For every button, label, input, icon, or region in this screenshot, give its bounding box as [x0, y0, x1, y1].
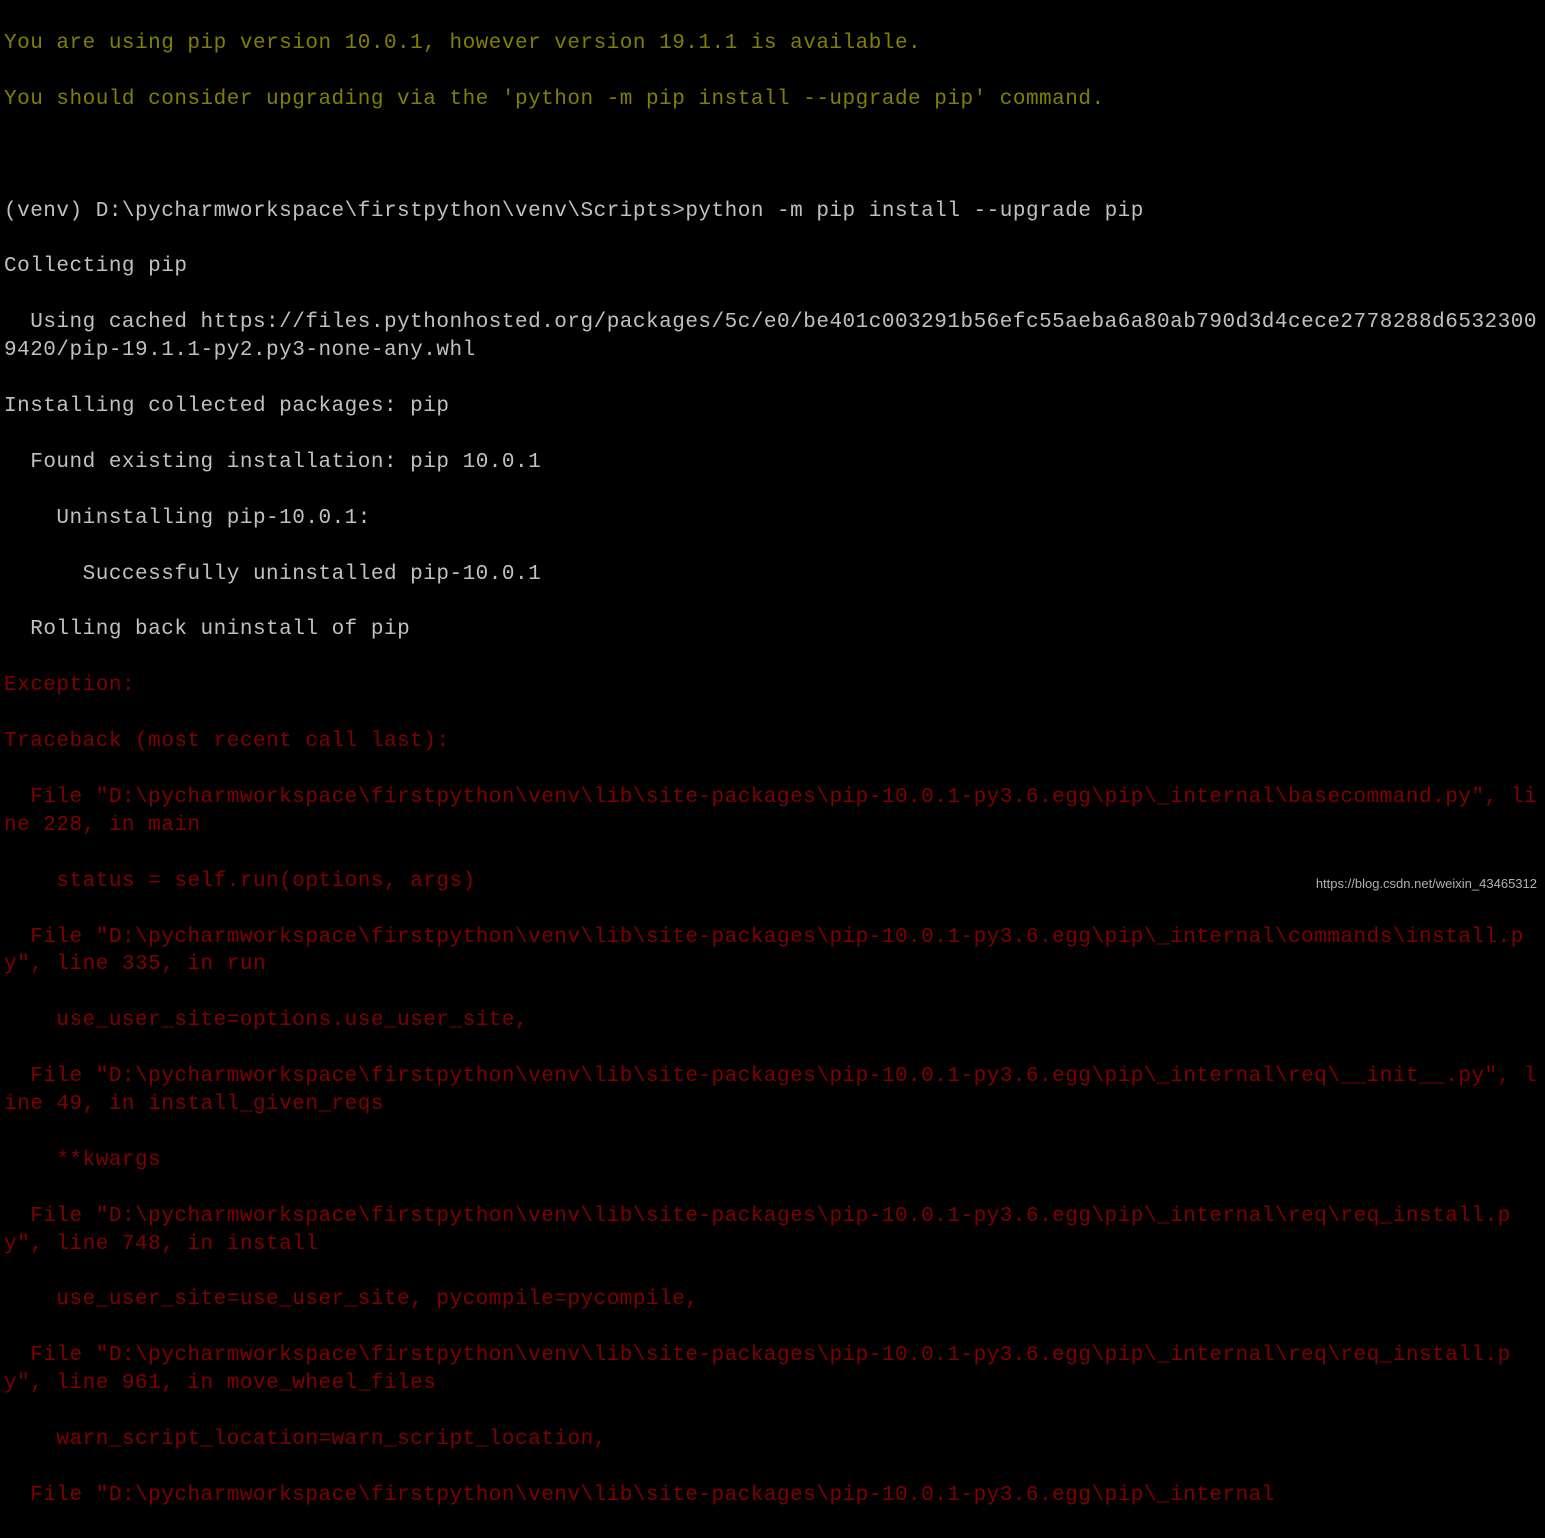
- error-file1: File "D:\pycharmworkspace\firstpython\ve…: [4, 784, 1541, 840]
- output-rolling: Rolling back uninstall of pip: [4, 616, 1541, 644]
- terminal-output: You are using pip version 10.0.1, howeve…: [4, 2, 1541, 1538]
- output-uninstalling: Uninstalling pip-10.0.1:: [4, 505, 1541, 533]
- error-use-user: use_user_site=options.use_user_site,: [4, 1007, 1541, 1035]
- error-file4: File "D:\pycharmworkspace\firstpython\ve…: [4, 1203, 1541, 1259]
- output-found: Found existing installation: pip 10.0.1: [4, 449, 1541, 477]
- output-success: Successfully uninstalled pip-10.0.1: [4, 561, 1541, 589]
- error-file6: File "D:\pycharmworkspace\firstpython\ve…: [4, 1482, 1541, 1510]
- output-collecting: Collecting pip: [4, 253, 1541, 281]
- prompt-path[interactable]: (venv) D:\pycharmworkspace\firstpython\v…: [4, 200, 685, 223]
- output-installing: Installing collected packages: pip: [4, 393, 1541, 421]
- error-exception: Exception:: [4, 672, 1541, 700]
- prompt-command: python -m pip install --upgrade pip: [685, 200, 1144, 223]
- error-file2: File "D:\pycharmworkspace\firstpython\ve…: [4, 924, 1541, 980]
- watermark-url: https://blog.csdn.net/weixin_43465312: [1316, 875, 1537, 892]
- pip-warning-line1: You are using pip version 10.0.1, howeve…: [4, 30, 1541, 58]
- output-cached: Using cached https://files.pythonhosted.…: [4, 309, 1541, 365]
- error-use-user2: use_user_site=use_user_site, pycompile=p…: [4, 1286, 1541, 1314]
- error-file3: File "D:\pycharmworkspace\firstpython\ve…: [4, 1063, 1541, 1119]
- error-kwargs: **kwargs: [4, 1147, 1541, 1175]
- error-traceback: Traceback (most recent call last):: [4, 728, 1541, 756]
- error-warn: warn_script_location=warn_script_locatio…: [4, 1426, 1541, 1454]
- error-status: status = self.run(options, args): [4, 868, 1541, 896]
- pip-warning-line2: You should consider upgrading via the 'p…: [4, 86, 1541, 114]
- blank-line: [4, 142, 1541, 170]
- prompt-line: (venv) D:\pycharmworkspace\firstpython\v…: [4, 198, 1541, 226]
- error-file5: File "D:\pycharmworkspace\firstpython\ve…: [4, 1342, 1541, 1398]
